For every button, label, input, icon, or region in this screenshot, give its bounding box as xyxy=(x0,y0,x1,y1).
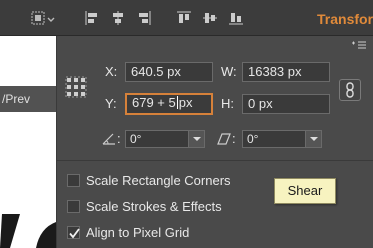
shear-dropdown[interactable]: 0° xyxy=(242,130,322,148)
h-label: H: xyxy=(221,96,234,111)
document-tab-label: /Prev xyxy=(2,92,31,106)
y-field[interactable]: 679 + 5 px xyxy=(125,93,213,115)
align-to-icon[interactable] xyxy=(30,10,46,26)
align-top-icon[interactable] xyxy=(176,10,192,26)
scale-strokes-effects-label: Scale Strokes & Effects xyxy=(86,199,222,214)
artwork-glyph xyxy=(0,208,56,248)
reference-point-icon[interactable] xyxy=(65,76,87,98)
panel-divider xyxy=(57,160,373,161)
y-field-unit: px xyxy=(178,95,193,110)
shear-tooltip: Shear xyxy=(274,178,336,204)
link-icon xyxy=(346,82,354,98)
text-caret xyxy=(176,96,178,109)
shear-separator: : xyxy=(232,131,236,146)
y-field-text: 679 + 5 xyxy=(132,95,176,110)
panel-menu-icon[interactable] xyxy=(351,40,367,50)
scale-strokes-effects-checkbox[interactable] xyxy=(67,200,80,213)
control-bar: Transform xyxy=(0,0,373,36)
transform-link[interactable]: Transform xyxy=(309,8,373,30)
y-label: Y: xyxy=(105,96,117,111)
transform-label: Transform xyxy=(317,11,373,27)
rotate-separator: : xyxy=(117,131,121,146)
chevron-down-icon[interactable] xyxy=(305,131,321,147)
width-field[interactable]: 16383 px xyxy=(242,62,330,82)
scale-rectangle-corners-checkbox[interactable] xyxy=(67,174,80,187)
align-right-icon[interactable] xyxy=(136,10,152,26)
shear-angle-icon xyxy=(215,132,233,146)
w-label: W: xyxy=(221,64,237,79)
document-tab[interactable]: /Prev xyxy=(0,86,56,112)
chevron-down-icon[interactable] xyxy=(46,10,56,26)
constrain-proportions-button[interactable] xyxy=(339,79,361,101)
transform-panel: X: 640.5 px W: 16383 px Y: 679 + 5 px H: … xyxy=(56,36,373,248)
x-field[interactable]: 640.5 px xyxy=(125,62,213,82)
align-center-icon[interactable] xyxy=(110,10,126,26)
align-bottom-icon[interactable] xyxy=(228,10,244,26)
shear-value: 0° xyxy=(247,132,259,146)
document-canvas[interactable]: /Prev xyxy=(0,36,56,248)
align-to-pixel-grid-label: Align to Pixel Grid xyxy=(86,225,190,240)
align-left-icon[interactable] xyxy=(84,10,100,26)
checkmark-icon xyxy=(69,228,80,239)
align-middle-icon[interactable] xyxy=(202,10,218,26)
scale-rectangle-corners-label: Scale Rectangle Corners xyxy=(86,173,231,188)
rotate-value: 0° xyxy=(130,132,142,146)
chevron-down-icon[interactable] xyxy=(188,131,204,147)
align-to-pixel-grid-checkbox[interactable] xyxy=(67,226,80,239)
x-label: X: xyxy=(105,64,118,79)
height-field[interactable]: 0 px xyxy=(242,94,330,114)
rotate-dropdown[interactable]: 0° xyxy=(125,130,205,148)
